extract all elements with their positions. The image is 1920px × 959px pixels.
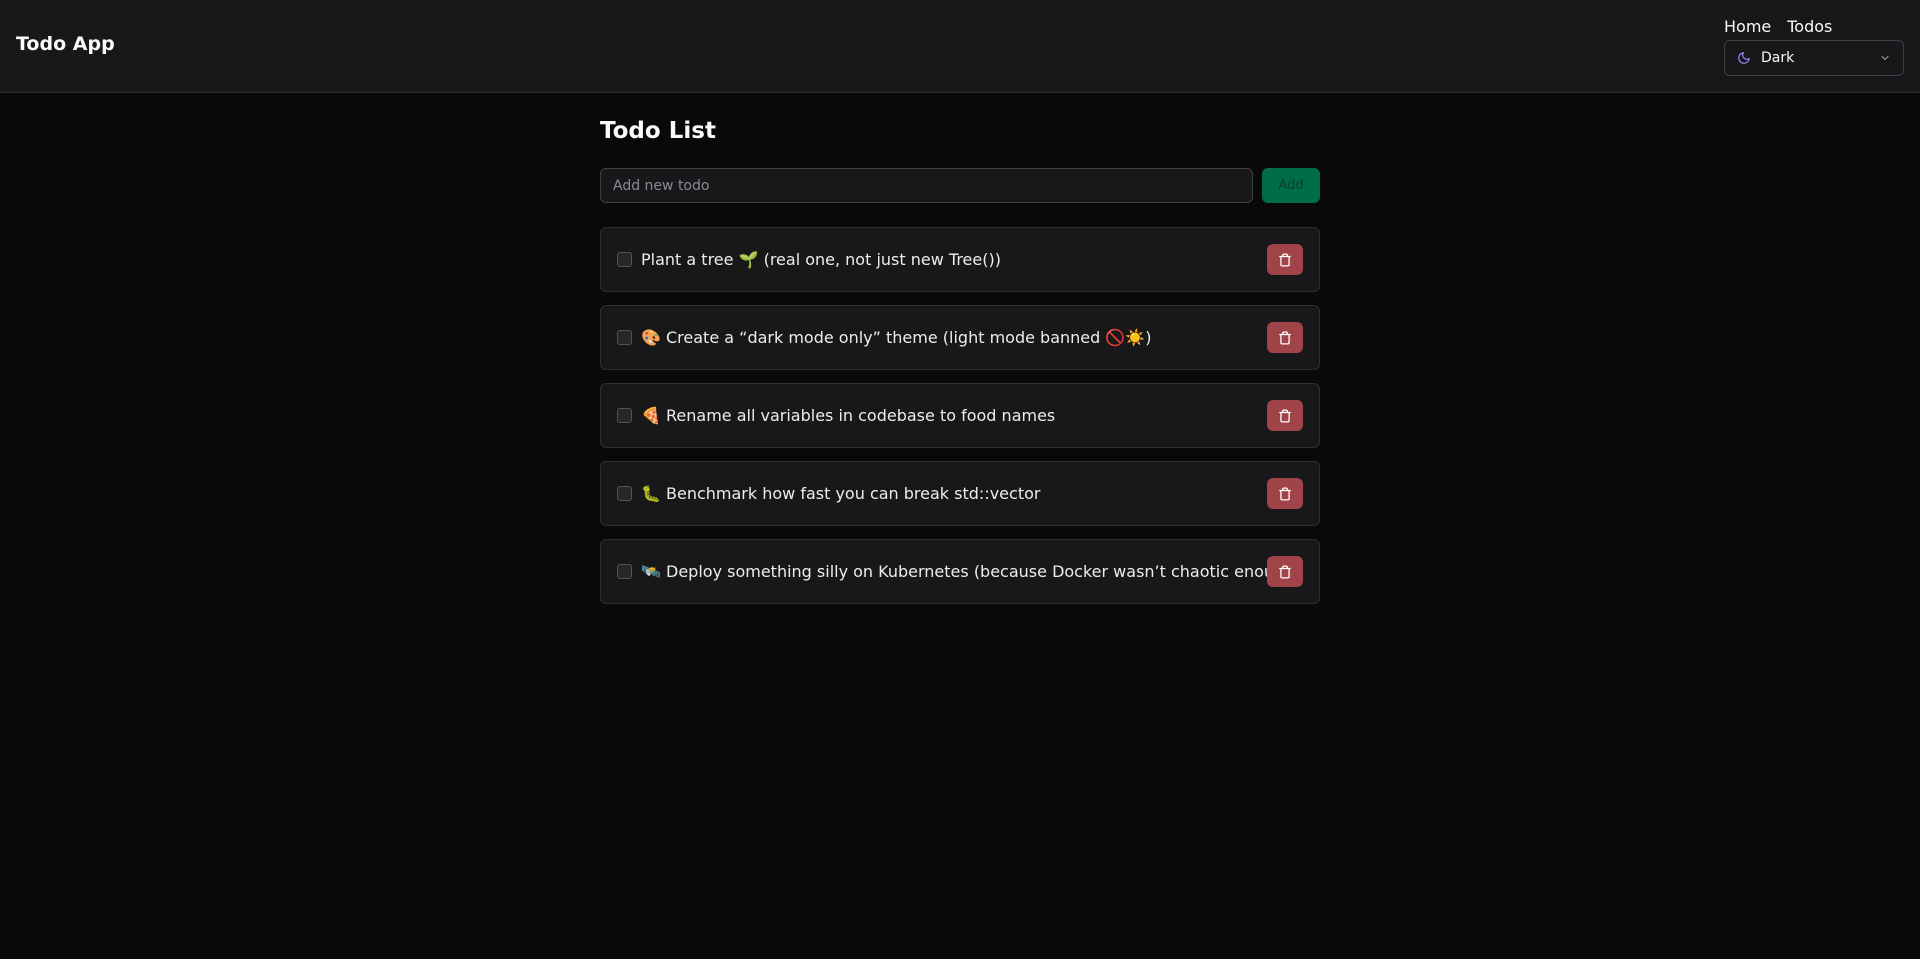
todo-text: 🐛 Benchmark how fast you can break std::… xyxy=(641,484,1041,503)
trash-icon xyxy=(1279,331,1291,344)
trash-icon xyxy=(1279,253,1291,266)
moon-icon xyxy=(1737,51,1751,65)
trash-icon xyxy=(1279,487,1291,500)
todo-text: 🎨 Create a “dark mode only” theme (light… xyxy=(641,328,1152,347)
delete-todo-button[interactable] xyxy=(1267,478,1303,509)
new-todo-input[interactable] xyxy=(600,168,1253,203)
app-title: Todo App xyxy=(16,33,115,55)
delete-todo-button[interactable] xyxy=(1267,322,1303,353)
theme-select-value: Dark xyxy=(1761,50,1795,66)
todo-text: 🛰️ Deploy something silly on Kubernetes … xyxy=(641,562,1267,581)
nav-link-home[interactable]: Home xyxy=(1724,17,1771,36)
todo-list: Plant a tree 🌱 (real one, not just new T… xyxy=(600,227,1320,604)
todo-checkbox[interactable] xyxy=(617,408,632,423)
app-header: Todo App Home Todos Dark xyxy=(0,0,1920,93)
trash-icon xyxy=(1279,409,1291,422)
main-content: Todo List Add Plant a tree 🌱 (real one, … xyxy=(600,93,1320,604)
nav-link-todos[interactable]: Todos xyxy=(1787,17,1832,36)
add-todo-form: Add xyxy=(600,168,1320,203)
top-nav: Home Todos xyxy=(1724,17,1832,36)
theme-select[interactable]: Dark xyxy=(1724,40,1904,76)
chevron-down-icon xyxy=(1879,52,1891,64)
delete-todo-button[interactable] xyxy=(1267,556,1303,587)
todo-checkbox[interactable] xyxy=(617,330,632,345)
todo-item: 🐛 Benchmark how fast you can break std::… xyxy=(600,461,1320,526)
trash-icon xyxy=(1279,565,1291,578)
delete-todo-button[interactable] xyxy=(1267,400,1303,431)
todo-item: Plant a tree 🌱 (real one, not just new T… xyxy=(600,227,1320,292)
todo-text: Plant a tree 🌱 (real one, not just new T… xyxy=(641,250,1001,269)
todo-item: 🎨 Create a “dark mode only” theme (light… xyxy=(600,305,1320,370)
todo-checkbox[interactable] xyxy=(617,564,632,579)
add-todo-button[interactable]: Add xyxy=(1262,168,1320,203)
todo-text: 🍕 Rename all variables in codebase to fo… xyxy=(641,406,1056,425)
todo-item: 🛰️ Deploy something silly on Kubernetes … xyxy=(600,539,1320,604)
todo-checkbox[interactable] xyxy=(617,252,632,267)
todo-item: 🍕 Rename all variables in codebase to fo… xyxy=(600,383,1320,448)
page-title: Todo List xyxy=(600,118,716,144)
delete-todo-button[interactable] xyxy=(1267,244,1303,275)
todo-checkbox[interactable] xyxy=(617,486,632,501)
